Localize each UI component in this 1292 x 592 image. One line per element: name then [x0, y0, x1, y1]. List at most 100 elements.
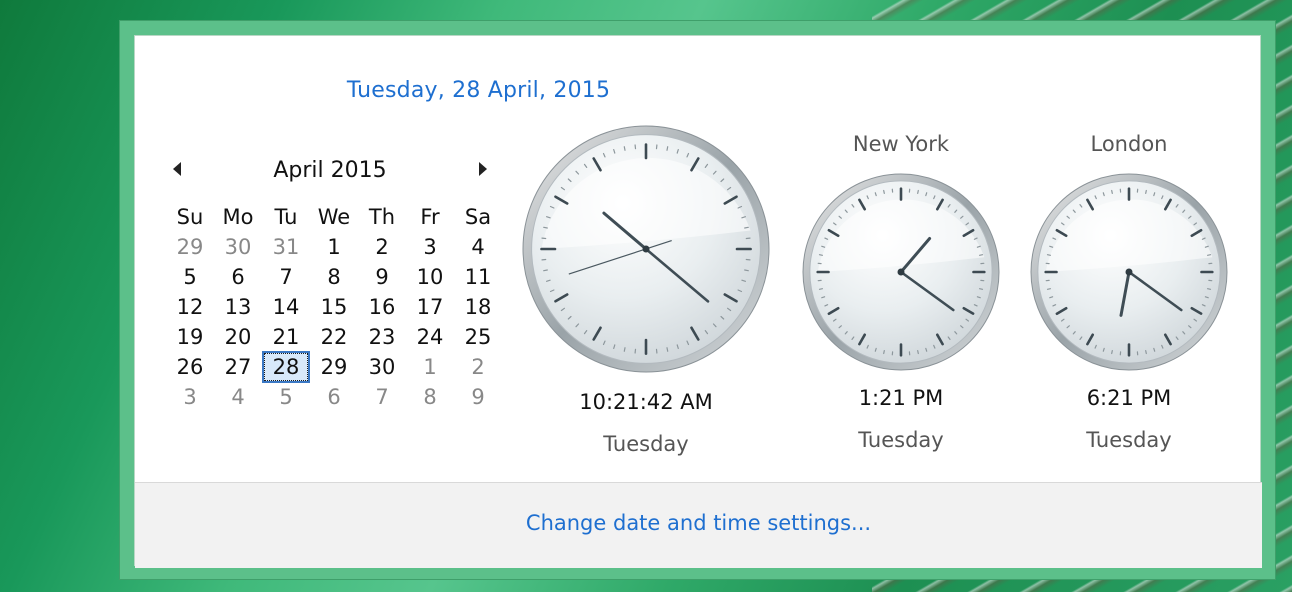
- weekday-label: Th: [368, 205, 396, 229]
- long-date-header[interactable]: Tuesday, 28 April, 2015: [135, 78, 1262, 103]
- calendar-grid: Su Mo Tu We Th Fr Sa 29 30 31 1 2 3 4 5 6 7 8 9 10 11…: [166, 202, 502, 412]
- calendar-day-number: 2: [471, 355, 485, 379]
- calendar-day-number: 4: [471, 235, 485, 259]
- newyork-city-label: New York: [852, 132, 950, 156]
- calendar-day-number: 6: [231, 265, 245, 289]
- calendar-day[interactable]: 6: [214, 262, 262, 292]
- calendar-day[interactable]: 5: [166, 262, 214, 292]
- calendar-day[interactable]: 8: [310, 262, 358, 292]
- change-date-time-settings-link[interactable]: Change date and time settings...: [135, 511, 1262, 535]
- clock-face-icon: [522, 125, 770, 373]
- calendar-day-number: 1: [423, 355, 437, 379]
- calendar-day-number: 14: [272, 295, 300, 319]
- calendar-day-number: 3: [423, 235, 437, 259]
- weekday-label: Su: [176, 205, 204, 229]
- calendar-day[interactable]: 15: [310, 292, 358, 322]
- calendar-day-number: 26: [176, 355, 204, 379]
- calendar-day-number: 25: [464, 325, 492, 349]
- calendar-day-number: 1: [327, 235, 341, 259]
- calendar-day[interactable]: 1: [310, 232, 358, 262]
- calendar-day[interactable]: 2: [358, 232, 406, 262]
- calendar-day[interactable]: 1: [406, 352, 454, 382]
- calendar-day[interactable]: 30: [358, 352, 406, 382]
- calendar-day[interactable]: 29: [166, 232, 214, 262]
- calendar-day-number: 23: [368, 325, 396, 349]
- calendar-day-number: 31: [272, 235, 300, 259]
- clock-face-icon: [1030, 173, 1228, 371]
- calendar-week-row: 19 20 21 22 23 24 25: [166, 322, 502, 352]
- calendar-day-number: 7: [375, 385, 389, 409]
- newyork-analog-clock: [801, 172, 1001, 372]
- calendar-day[interactable]: 23: [358, 322, 406, 352]
- calendar-day[interactable]: 29: [310, 352, 358, 382]
- calendar-day-number: 5: [183, 265, 197, 289]
- local-analog-clock: [521, 124, 771, 374]
- calendar-day[interactable]: 4: [454, 232, 502, 262]
- calendar-week-row: 26 27 28 29 30 1 2: [166, 351, 502, 383]
- calendar-day[interactable]: 4: [214, 382, 262, 412]
- calendar-day-number: 9: [471, 385, 485, 409]
- local-day-label: Tuesday: [603, 432, 689, 456]
- calendar-day[interactable]: 9: [358, 262, 406, 292]
- calendar-day[interactable]: 2: [454, 352, 502, 382]
- london-analog-clock: [1029, 172, 1229, 372]
- calendar-day[interactable]: 19: [166, 322, 214, 352]
- calendar-day-number: 24: [416, 325, 444, 349]
- calendar-day[interactable]: 7: [358, 382, 406, 412]
- calendar-day-number: 11: [464, 265, 492, 289]
- calendar-day[interactable]: 5: [262, 382, 310, 412]
- calendar-day[interactable]: 25: [454, 322, 502, 352]
- calendar-day-number: 30: [368, 355, 396, 379]
- calendar-week-row: 5 6 7 8 9 10 11: [166, 262, 502, 292]
- calendar-day[interactable]: 8: [406, 382, 454, 412]
- calendar-day[interactable]: 20: [214, 322, 262, 352]
- calendar-day[interactable]: 30: [214, 232, 262, 262]
- calendar-day[interactable]: 26: [166, 352, 214, 382]
- weekday-label: Tu: [274, 205, 298, 229]
- calendar-day-number: 5: [279, 385, 293, 409]
- calendar-day[interactable]: 31: [262, 232, 310, 262]
- calendar-day[interactable]: 24: [406, 322, 454, 352]
- calendar-day[interactable]: 3: [406, 232, 454, 262]
- clock-face-icon: [802, 173, 1000, 371]
- calendar-day[interactable]: 27: [214, 352, 262, 382]
- calendar-day[interactable]: 12: [166, 292, 214, 322]
- london-day-label: Tuesday: [1086, 428, 1172, 452]
- calendar-day[interactable]: 10: [406, 262, 454, 292]
- calendar-day[interactable]: 18: [454, 292, 502, 322]
- calendar-day-number: 12: [176, 295, 204, 319]
- calendar-day-number: 3: [183, 385, 197, 409]
- calendar-day[interactable]: 11: [454, 262, 502, 292]
- calendar-day[interactable]: 16: [358, 292, 406, 322]
- calendar-day-number: 6: [327, 385, 341, 409]
- local-time-label: 10:21:42 AM: [579, 390, 713, 414]
- calendar-day-number: 15: [320, 295, 348, 319]
- weekday-label: Sa: [464, 205, 492, 229]
- next-month-arrow-icon[interactable]: [479, 162, 487, 176]
- calendar-day-number: 28: [262, 351, 310, 383]
- calendar-day-number: 30: [224, 235, 252, 259]
- calendar-day[interactable]: 3: [166, 382, 214, 412]
- month-title[interactable]: April 2015: [165, 158, 495, 183]
- calendar-day-number: 27: [224, 355, 252, 379]
- flyout-panel: Tuesday, 28 April, 2015 April 2015 Su Mo…: [134, 35, 1262, 568]
- weekday-label: Fr: [420, 205, 440, 229]
- calendar-day[interactable]: 17: [406, 292, 454, 322]
- calendar-day-number: 8: [423, 385, 437, 409]
- calendar-day[interactable]: 9: [454, 382, 502, 412]
- calendar-day-today[interactable]: 28: [262, 351, 310, 383]
- calendar-day-number: 19: [176, 325, 204, 349]
- calendar-day-number: 22: [320, 325, 348, 349]
- calendar-day[interactable]: 21: [262, 322, 310, 352]
- calendar-day[interactable]: 14: [262, 292, 310, 322]
- calendar-day[interactable]: 22: [310, 322, 358, 352]
- calendar-day-number: 17: [416, 295, 444, 319]
- calendar-day-number: 4: [231, 385, 245, 409]
- calendar-day-number: 16: [368, 295, 396, 319]
- london-time-label: 6:21 PM: [1086, 386, 1172, 410]
- calendar-day[interactable]: 13: [214, 292, 262, 322]
- calendar-day[interactable]: 7: [262, 262, 310, 292]
- calendar-day[interactable]: 6: [310, 382, 358, 412]
- calendar-day-number: 20: [224, 325, 252, 349]
- calendar-day-number: 21: [272, 325, 300, 349]
